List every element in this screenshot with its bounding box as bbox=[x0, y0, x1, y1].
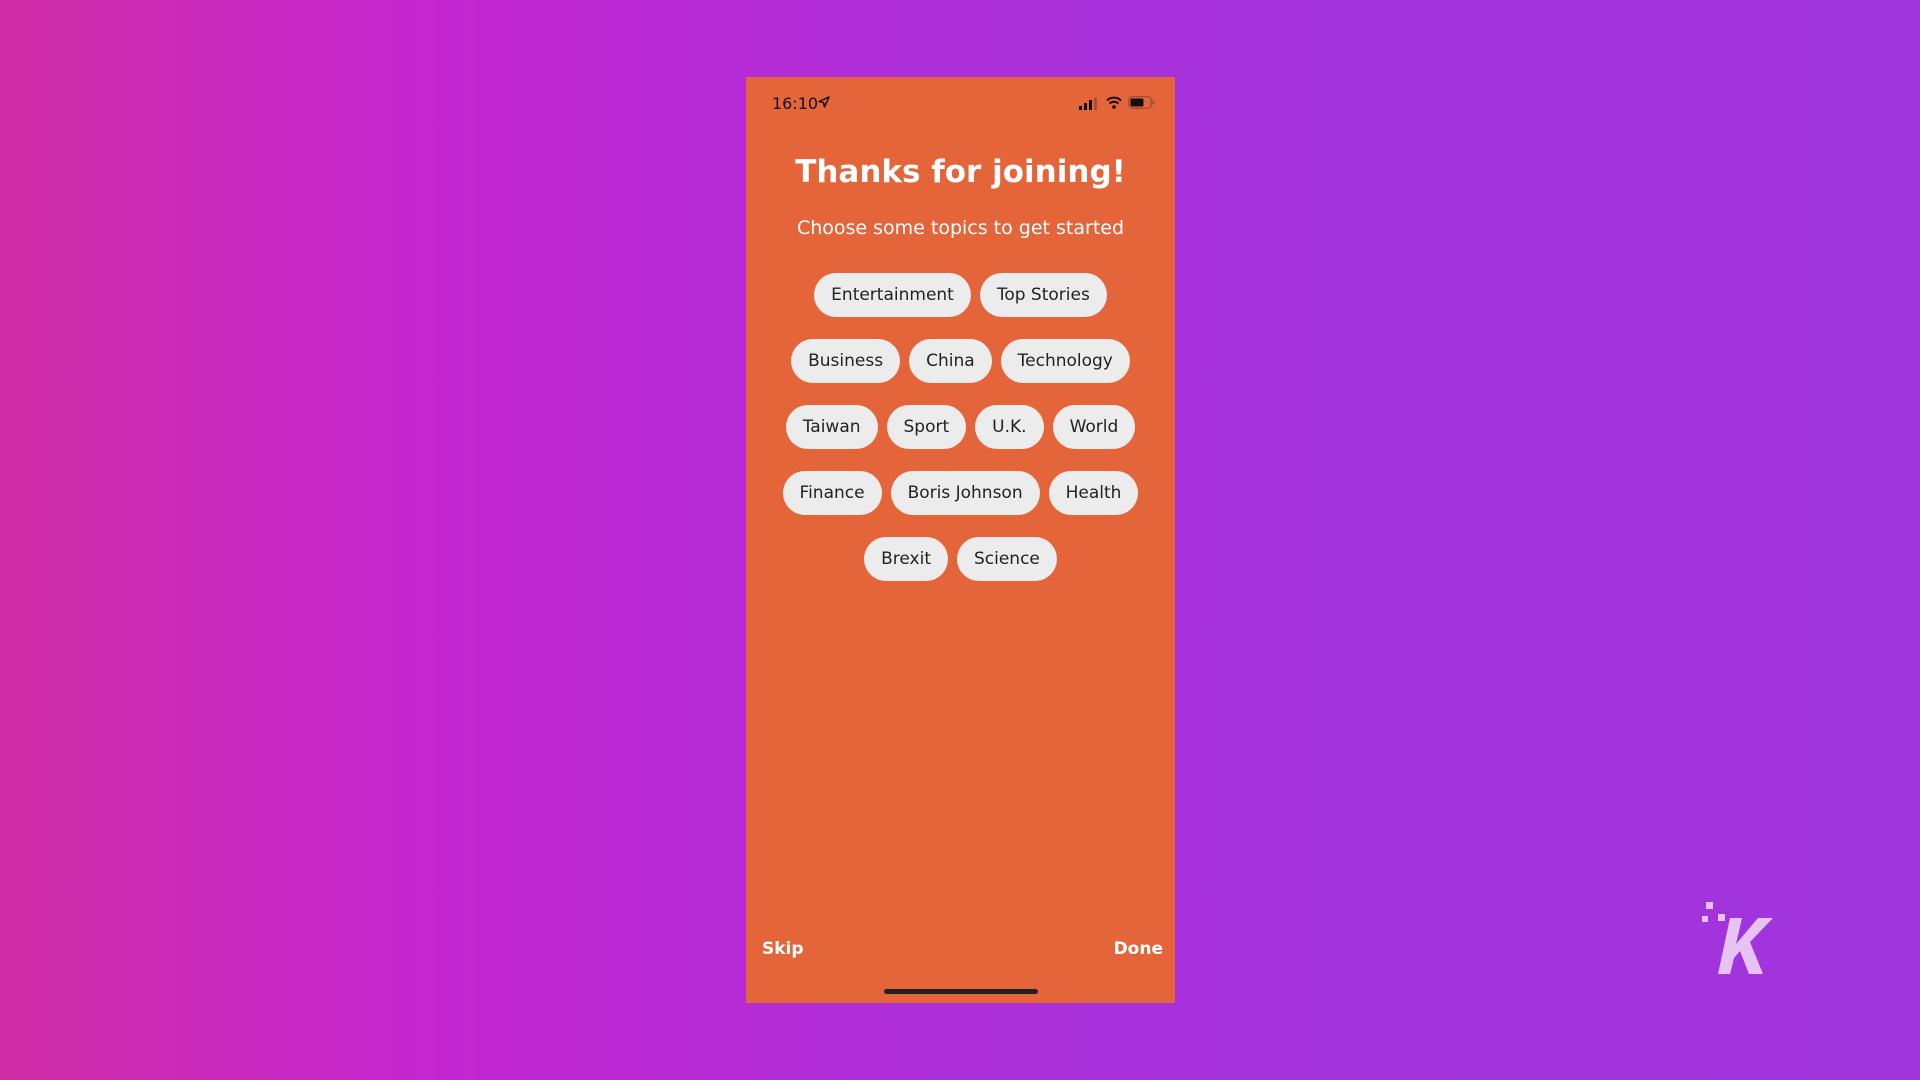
topic-chip-china[interactable]: China bbox=[909, 339, 992, 383]
brand-logo-icon bbox=[1702, 902, 1773, 974]
phone-screen: 16:10 Thanks for joining! Choose some to… bbox=[746, 77, 1175, 1003]
topic-chip-world[interactable]: World bbox=[1052, 405, 1136, 449]
topic-row: Entertainment Top Stories bbox=[814, 273, 1107, 317]
topic-chip-top-stories[interactable]: Top Stories bbox=[979, 273, 1107, 317]
topic-chip-list: Entertainment Top Stories Business China… bbox=[766, 273, 1155, 581]
topic-chip-uk[interactable]: U.K. bbox=[975, 405, 1044, 449]
home-indicator[interactable] bbox=[884, 989, 1038, 994]
signal-icon bbox=[1079, 98, 1097, 110]
topic-chip-taiwan[interactable]: Taiwan bbox=[785, 405, 878, 449]
topic-chip-finance[interactable]: Finance bbox=[782, 471, 882, 515]
done-button[interactable]: Done bbox=[1114, 939, 1163, 959]
status-time: 16:10 bbox=[772, 94, 819, 113]
skip-button[interactable]: Skip bbox=[762, 939, 804, 959]
topic-chip-brexit[interactable]: Brexit bbox=[864, 537, 948, 581]
status-bar: 16:10 bbox=[746, 77, 1175, 133]
page-title: Thanks for joining! bbox=[795, 154, 1126, 190]
topic-chip-health[interactable]: Health bbox=[1048, 471, 1139, 515]
topic-chip-sport[interactable]: Sport bbox=[886, 405, 967, 449]
topic-chip-business[interactable]: Business bbox=[791, 339, 901, 383]
topic-chip-technology[interactable]: Technology bbox=[1000, 339, 1130, 383]
topic-row: Business China Technology bbox=[791, 339, 1130, 383]
topic-row: Brexit Science bbox=[864, 537, 1057, 581]
battery-icon bbox=[1128, 96, 1155, 109]
topic-row: Taiwan Sport U.K. World bbox=[785, 405, 1136, 449]
topic-row: Finance Boris Johnson Health bbox=[782, 471, 1139, 515]
page-subtitle: Choose some topics to get started bbox=[796, 217, 1125, 239]
topic-chip-science[interactable]: Science bbox=[956, 537, 1057, 581]
location-arrow-icon bbox=[818, 96, 830, 108]
topic-chip-entertainment[interactable]: Entertainment bbox=[814, 273, 971, 317]
wifi-icon bbox=[1106, 96, 1122, 109]
topic-chip-boris-johnson[interactable]: Boris Johnson bbox=[890, 471, 1040, 515]
